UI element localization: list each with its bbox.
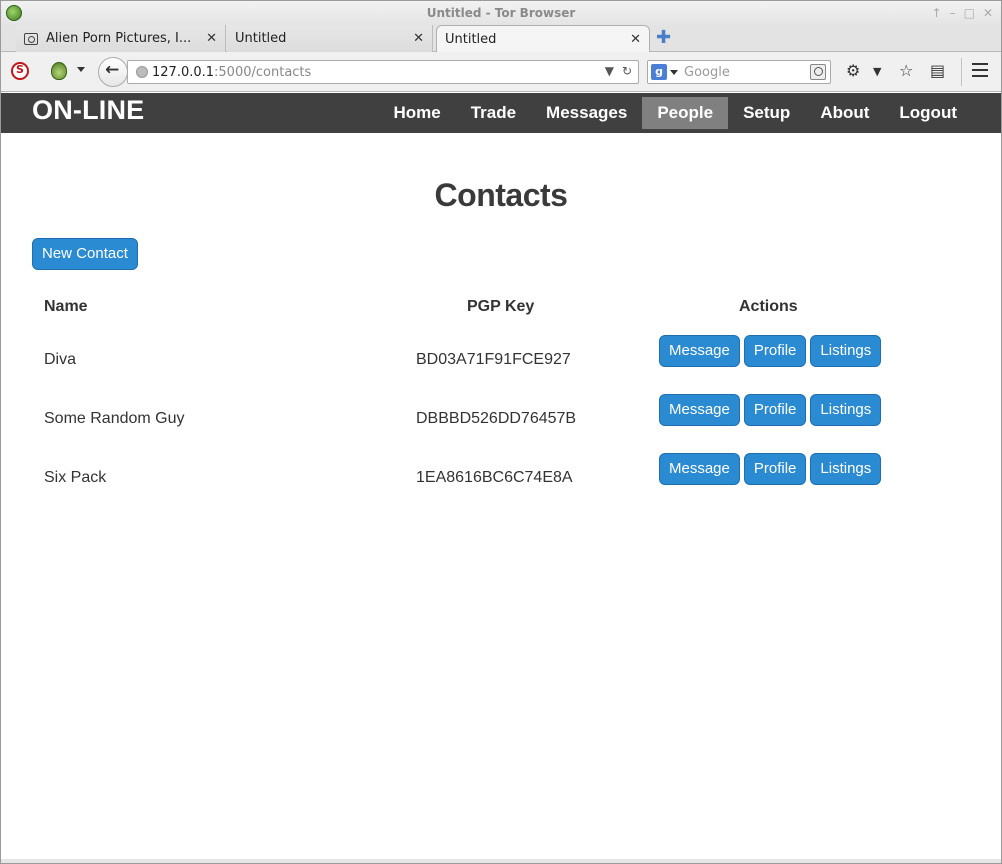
column-pgp-key: PGP Key bbox=[467, 298, 535, 315]
camera-icon bbox=[24, 32, 38, 45]
search-placeholder: Google bbox=[684, 64, 730, 80]
page-content: ON-LINE Home Trade Messages People Setup… bbox=[1, 93, 1001, 863]
contact-name: Some Random Guy bbox=[44, 410, 185, 427]
new-tab-icon[interactable]: ✚ bbox=[656, 29, 671, 47]
table-row: Six Pack 1EA8616BC6C74E8A Message Profil… bbox=[44, 453, 974, 512]
title-bar: Untitled - Tor Browser ↑ – □ ✕ bbox=[1, 1, 1001, 25]
tab-untitled-2[interactable]: Untitled ✕ bbox=[436, 25, 650, 53]
bookmark-star-icon[interactable]: ☆ bbox=[899, 61, 913, 80]
minimize-icon[interactable]: – bbox=[950, 1, 956, 25]
site-brand[interactable]: ON-LINE bbox=[32, 95, 144, 126]
tab-strip: Alien Porn Pictures, I... ✕ Untitled ✕ U… bbox=[1, 25, 1001, 53]
profile-button[interactable]: Profile bbox=[743, 394, 807, 426]
row-actions: Message Profile Listings bbox=[659, 453, 882, 485]
page-title: Contacts bbox=[434, 177, 568, 213]
search-icon[interactable] bbox=[810, 64, 826, 80]
tab-close-icon[interactable]: ✕ bbox=[630, 32, 641, 47]
tor-browser-icon bbox=[6, 5, 22, 21]
google-icon[interactable]: g bbox=[651, 64, 667, 80]
message-button[interactable]: Message bbox=[659, 394, 740, 426]
menu-setup[interactable]: Setup bbox=[728, 97, 805, 129]
torbutton-icon[interactable]: ⚙ bbox=[846, 61, 860, 80]
reload-icon[interactable]: ↻ bbox=[622, 64, 632, 78]
window-controls: ↑ – □ ✕ bbox=[932, 1, 993, 25]
window-up-icon[interactable]: ↑ bbox=[932, 1, 942, 25]
menu-messages[interactable]: Messages bbox=[531, 97, 642, 129]
tab-close-icon[interactable]: ✕ bbox=[206, 31, 217, 46]
tab-label: Untitled bbox=[235, 31, 287, 46]
status-strip bbox=[1, 859, 1001, 863]
contact-pgp-key: DBBBD526DD76457B bbox=[416, 410, 577, 427]
url-dropdown-icon[interactable]: ▼ bbox=[605, 64, 614, 78]
search-input[interactable]: g Google bbox=[647, 60, 831, 84]
globe-icon bbox=[136, 66, 148, 78]
tab-close-icon[interactable]: ✕ bbox=[413, 31, 424, 46]
table-row: Diva BD03A71F91FCE927 Message Profile Li… bbox=[44, 335, 974, 394]
menu-about[interactable]: About bbox=[805, 97, 884, 129]
url-bar[interactable]: 127.0.0.1:5000/contacts ▼ ↻ bbox=[127, 60, 639, 84]
contacts-table: Name PGP Key Actions Diva BD03A71F91FCE9… bbox=[44, 298, 974, 486]
tab-label: Untitled bbox=[445, 32, 497, 47]
tab-label: Alien Porn Pictures, I... bbox=[46, 31, 192, 46]
new-contact-button[interactable]: New Contact bbox=[32, 238, 138, 270]
menu-people[interactable]: People bbox=[642, 97, 729, 129]
nav-toolbar: 127.0.0.1:5000/contacts ▼ ↻ g Google ⚙ ▼… bbox=[1, 52, 1001, 92]
row-actions: Message Profile Listings bbox=[659, 335, 882, 367]
listings-button[interactable]: Listings bbox=[810, 453, 882, 485]
browser-window: Untitled - Tor Browser ↑ – □ ✕ Alien Por… bbox=[0, 0, 1002, 864]
maximize-icon[interactable]: □ bbox=[964, 1, 975, 25]
contact-name: Diva bbox=[44, 351, 77, 368]
profile-button[interactable]: Profile bbox=[743, 335, 807, 367]
message-button[interactable]: Message bbox=[659, 335, 740, 367]
reading-list-icon[interactable]: ▤ bbox=[930, 61, 945, 80]
menu-logout[interactable]: Logout bbox=[884, 97, 972, 129]
menu-home[interactable]: Home bbox=[378, 97, 455, 129]
site-menu: Home Trade Messages People Setup About L… bbox=[378, 97, 972, 129]
contact-pgp-key: BD03A71F91FCE927 bbox=[416, 351, 571, 368]
back-button[interactable] bbox=[98, 57, 128, 87]
toolbar-separator bbox=[961, 58, 962, 86]
url-path: :5000/contacts bbox=[214, 64, 312, 80]
listings-button[interactable]: Listings bbox=[810, 394, 882, 426]
row-actions: Message Profile Listings bbox=[659, 394, 882, 426]
table-header: Name PGP Key Actions bbox=[44, 298, 974, 328]
message-button[interactable]: Message bbox=[659, 453, 740, 485]
listings-button[interactable]: Listings bbox=[810, 335, 882, 367]
tab-alien[interactable]: Alien Porn Pictures, I... ✕ bbox=[16, 25, 226, 52]
tor-onion-icon[interactable] bbox=[51, 62, 67, 80]
column-name: Name bbox=[44, 298, 88, 315]
profile-button[interactable]: Profile bbox=[743, 453, 807, 485]
url-host: 127.0.0.1 bbox=[152, 64, 215, 80]
column-actions: Actions bbox=[739, 298, 798, 315]
menu-icon[interactable] bbox=[972, 63, 988, 81]
contact-name: Six Pack bbox=[44, 469, 107, 486]
menu-trade[interactable]: Trade bbox=[456, 97, 531, 129]
chevron-down-icon[interactable] bbox=[77, 67, 85, 72]
chevron-down-icon[interactable] bbox=[670, 69, 678, 75]
site-navbar: ON-LINE Home Trade Messages People Setup… bbox=[1, 93, 1001, 133]
table-row: Some Random Guy DBBBD526DD76457B Message… bbox=[44, 394, 974, 453]
contact-pgp-key: 1EA8616BC6C74E8A bbox=[416, 469, 573, 486]
close-window-icon[interactable]: ✕ bbox=[983, 1, 993, 25]
noscript-icon[interactable] bbox=[11, 62, 29, 80]
window-title: Untitled - Tor Browser bbox=[426, 6, 576, 20]
tab-untitled-1[interactable]: Untitled ✕ bbox=[227, 25, 433, 52]
chevron-down-icon[interactable]: ▼ bbox=[873, 65, 881, 78]
